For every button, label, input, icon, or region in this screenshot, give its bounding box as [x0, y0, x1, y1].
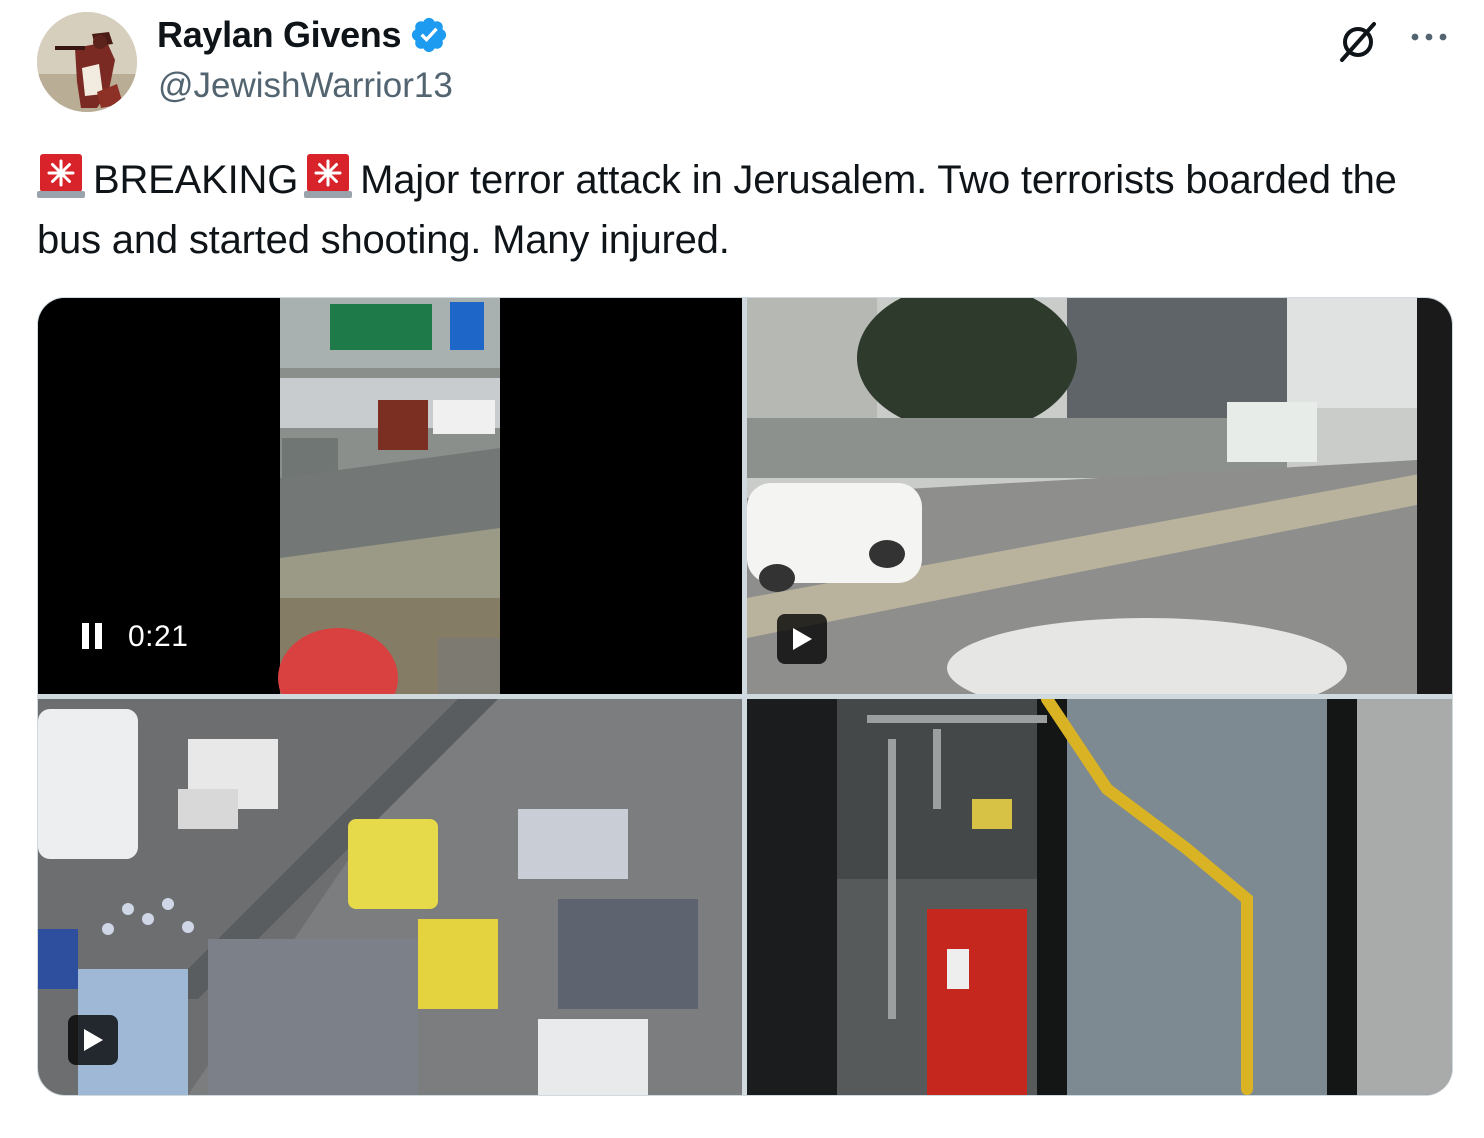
pause-icon[interactable] — [82, 623, 106, 651]
photo-bus-interior[interactable] — [747, 699, 1452, 1095]
play-icon — [84, 1029, 103, 1051]
breaking-tag: BREAKING — [93, 158, 299, 202]
grok-icon[interactable] — [1336, 20, 1380, 64]
play-button[interactable] — [777, 614, 827, 664]
play-icon — [793, 628, 812, 650]
siren-emoji-icon — [37, 154, 85, 198]
video-2[interactable] — [747, 298, 1452, 694]
avatar[interactable] — [37, 12, 137, 112]
video-2-frame — [747, 298, 1452, 694]
display-name[interactable]: Raylan Givens — [157, 14, 402, 56]
siren-emoji-icon — [304, 154, 353, 198]
video-3-frame — [38, 699, 742, 1095]
photo-frame — [747, 699, 1452, 1095]
video-1[interactable]: 0:21 — [38, 298, 742, 694]
video-3[interactable] — [38, 699, 742, 1095]
play-button[interactable] — [68, 1015, 118, 1065]
video-controls: 0:21 — [82, 620, 188, 654]
avatar-image — [37, 12, 137, 112]
media-grid: 0:21 — [37, 297, 1453, 1096]
more-options-icon[interactable] — [1407, 22, 1451, 52]
tweet-text: BREAKING Major terror attack in Jerusale… — [37, 150, 1457, 270]
video-timer: 0:21 — [128, 620, 189, 653]
author-handle[interactable]: @JewishWarrior13 — [158, 66, 453, 106]
verified-badge-icon[interactable] — [409, 15, 449, 55]
